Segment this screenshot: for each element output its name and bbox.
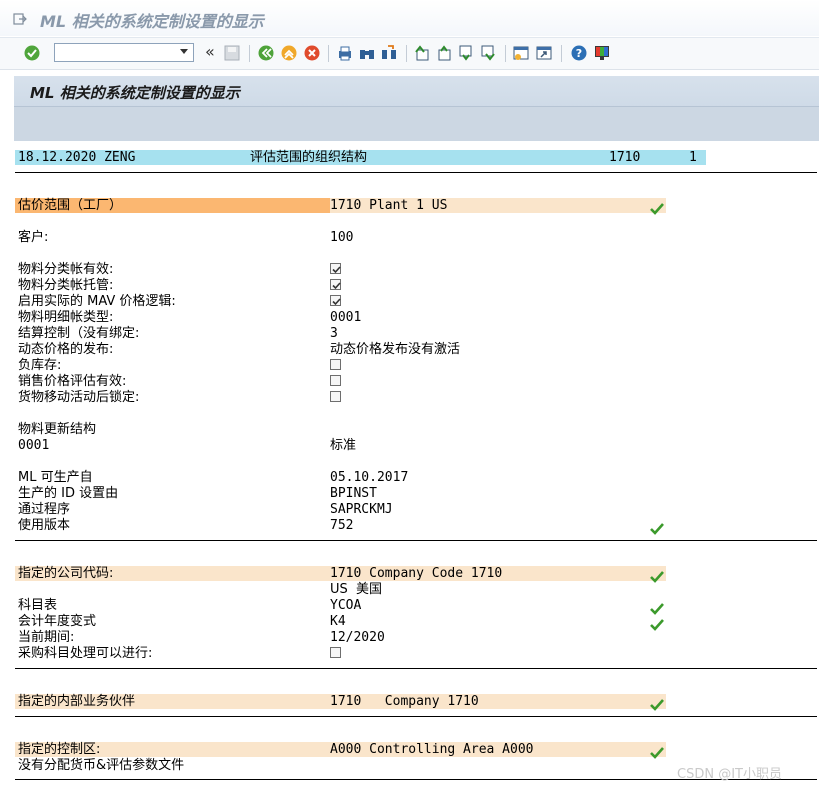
setting-value: 0001 — [330, 310, 362, 325]
purchase-account-checkbox — [330, 647, 341, 658]
productive-since-value: 05.10.2017 — [330, 470, 409, 485]
partner-value: 1710 Company 1710 — [330, 694, 479, 709]
create-session-icon[interactable] — [512, 44, 530, 62]
mav-logic-checkbox — [330, 295, 341, 306]
setting-label: 负库存: — [18, 358, 62, 373]
current-period-value: 12/2020 — [330, 630, 385, 645]
checkmark-icon — [650, 568, 664, 583]
setting-value: 3 — [330, 326, 338, 341]
ml-active-checkbox — [330, 263, 341, 274]
via-program-label: 通过程序 — [18, 502, 71, 517]
setting-label: 销售价格评估有效: — [18, 374, 127, 389]
current-period-label: 当前期间: — [18, 630, 75, 645]
sales-price-checkbox — [330, 375, 341, 386]
toolbar-separator — [328, 45, 329, 62]
toolbar-separator — [561, 45, 562, 62]
last-page-icon[interactable] — [479, 44, 497, 62]
print-icon[interactable] — [336, 44, 354, 62]
toolbar-separator — [505, 45, 506, 62]
collapse-icon[interactable]: « — [205, 42, 215, 61]
customize-layout-icon[interactable] — [593, 44, 611, 62]
material-update-value: 标准 — [330, 438, 357, 453]
save-icon — [223, 44, 241, 62]
report-title: 评估范围的组织结构 — [250, 150, 368, 165]
title-bar: ML 相关的系统定制设置的显示 — [0, 0, 819, 36]
shortcut-icon[interactable] — [535, 44, 553, 62]
setting-label: 物料明细帐类型: — [18, 310, 114, 325]
page-header: ML 相关的系统定制设置的显示 — [14, 76, 819, 141]
goods-movement-lock-checkbox — [330, 391, 341, 402]
setting-label: 货物移动活动后锁定: — [18, 390, 140, 405]
svg-text:?: ? — [576, 47, 582, 60]
material-update-code: 0001 — [18, 438, 50, 453]
controlling-area-value: A000 Controlling Area A000 — [330, 742, 534, 757]
ml-hosted-checkbox — [330, 279, 341, 290]
report-plant: 1710 — [609, 150, 641, 165]
via-program-value: SAPRCKMJ — [330, 502, 393, 517]
checkmark-icon — [650, 696, 664, 711]
id-set-by-value: BPINST — [330, 486, 377, 501]
id-set-by-label: 生产的 ID 设置由 — [18, 486, 119, 501]
controlling-area-label: 指定的控制区: — [18, 742, 101, 757]
cancel-icon[interactable] — [303, 44, 321, 62]
version-label: 使用版本 — [18, 518, 71, 533]
find-icon[interactable] — [358, 44, 376, 62]
toolbar-separator — [249, 45, 250, 62]
company-code-label: 指定的公司代码: — [18, 566, 114, 581]
client-value: 100 — [330, 230, 354, 245]
setting-value: 动态价格发布没有激活 — [330, 342, 461, 357]
report-date-user: 18.12.2020 ZENG — [18, 150, 136, 165]
window-title: ML 相关的系统定制设置的显示 — [40, 12, 264, 31]
material-update-label: 物料更新结构 — [18, 422, 97, 437]
company-code-value: 1710 Company Code 1710 — [330, 566, 503, 581]
divider — [15, 668, 817, 669]
setting-label: 物料分类帐托管: — [18, 278, 114, 293]
checkmark-icon — [650, 616, 664, 631]
find-next-icon[interactable] — [380, 44, 398, 62]
setting-label: 动态价格的发布: — [18, 342, 114, 357]
partner-label: 指定的内部业务伙伴 — [18, 694, 136, 709]
setting-label: 物料分类帐有效: — [18, 262, 114, 277]
command-field[interactable] — [54, 43, 194, 62]
fiscal-year-variant-label: 会计年度变式 — [18, 614, 97, 629]
checkmark-icon — [650, 744, 664, 759]
toolbar-separator — [406, 45, 407, 62]
exit-icon[interactable] — [280, 44, 298, 62]
first-page-icon[interactable] — [413, 44, 431, 62]
chevron-down-icon[interactable] — [180, 49, 188, 54]
header-band — [14, 106, 819, 141]
menu-exit-icon[interactable] — [13, 11, 27, 25]
checkmark-icon — [650, 600, 664, 615]
standard-toolbar: « ? — [0, 37, 819, 70]
setting-label: 结算控制（没有绑定: — [18, 326, 140, 341]
valuation-area-label: 估价范围（工厂） — [18, 198, 123, 213]
page-title: ML 相关的系统定制设置的显示 — [30, 84, 240, 102]
report-page-number: 1 — [689, 150, 697, 165]
chart-of-accounts-value: YCOA — [330, 598, 362, 613]
setting-label: 启用实际的 MAV 价格逻辑: — [18, 294, 176, 309]
divider — [15, 716, 817, 717]
company-country: US 美国 — [330, 582, 383, 597]
client-label: 客户: — [18, 230, 49, 245]
back-icon[interactable] — [257, 44, 275, 62]
divider — [15, 540, 817, 541]
watermark: CSDN @IT小职员 — [677, 767, 782, 782]
divider — [15, 172, 817, 173]
next-page-icon[interactable] — [457, 44, 475, 62]
no-currency-note: 没有分配货币&评估参数文件 — [18, 758, 185, 773]
enter-icon[interactable] — [23, 44, 41, 62]
chart-of-accounts-label: 科目表 — [18, 598, 58, 613]
purchase-account-label: 采购科目处理可以进行: — [18, 646, 153, 661]
version-value: 752 — [330, 518, 354, 533]
previous-page-icon[interactable] — [435, 44, 453, 62]
negative-stock-checkbox — [330, 359, 341, 370]
fiscal-year-variant-value: K4 — [330, 614, 346, 629]
checkmark-icon — [650, 200, 664, 215]
valuation-area-value: 1710 Plant 1 US — [330, 198, 448, 213]
productive-since-label: ML 可生产自 — [18, 470, 93, 485]
checkmark-icon — [650, 520, 664, 535]
help-icon[interactable]: ? — [570, 44, 588, 62]
